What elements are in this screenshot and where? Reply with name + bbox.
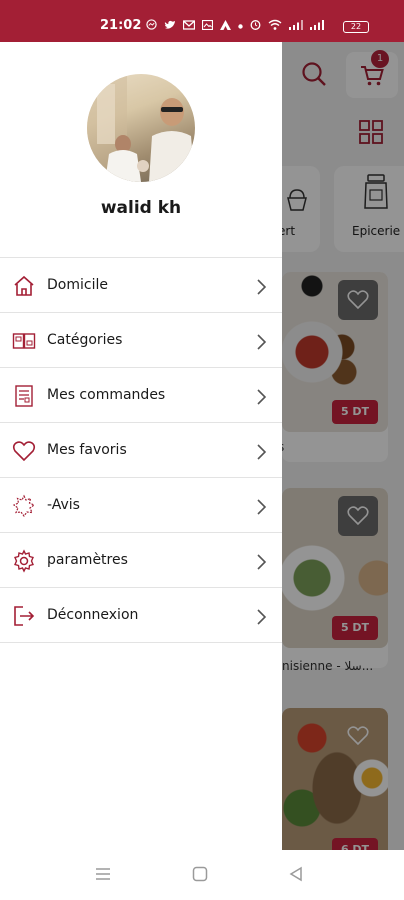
drawer-scrim[interactable] <box>282 42 404 850</box>
menu-item-reviews[interactable]: -Avis <box>0 478 282 533</box>
settings-icon <box>12 549 36 573</box>
battery-indicator: 22 <box>343 21 369 33</box>
menu-item-favorites[interactable]: Mes favoris <box>0 423 282 478</box>
categories-icon <box>12 329 36 353</box>
status-bar: 21:02 22 <box>0 0 404 42</box>
avatar[interactable] <box>87 74 195 182</box>
wifi-icon <box>268 19 282 33</box>
logout-icon <box>12 604 36 628</box>
home-icon <box>12 274 36 298</box>
menu-item-orders[interactable]: Mes commandes <box>0 368 282 423</box>
menu-item-settings[interactable]: paramètres <box>0 533 282 588</box>
system-navigation-bar <box>0 850 404 900</box>
gallery-icon <box>201 19 214 33</box>
chevron-right-icon <box>256 498 268 520</box>
back-button[interactable] <box>288 866 304 886</box>
twitter-icon <box>164 20 176 33</box>
navigation-drawer: walid kh Domicile Catégories Mes command… <box>0 42 282 850</box>
chevron-right-icon <box>256 608 268 630</box>
signal-icon <box>310 19 324 33</box>
chevron-right-icon <box>256 388 268 410</box>
drawer-menu: Domicile Catégories Mes commandes Mes fa… <box>0 257 282 643</box>
user-name: walid kh <box>100 198 182 218</box>
signal-icon <box>289 19 303 33</box>
menu-item-label: paramètres <box>47 552 128 568</box>
chevron-right-icon <box>256 278 268 300</box>
chevron-right-icon <box>256 333 268 355</box>
menu-item-domicile[interactable]: Domicile <box>0 258 282 313</box>
gmail-icon <box>182 19 196 33</box>
messenger-icon <box>146 19 157 33</box>
review-icon <box>12 494 36 518</box>
recent-apps-button[interactable] <box>95 866 111 886</box>
dot-icon <box>238 21 243 32</box>
home-button[interactable] <box>192 866 208 886</box>
menu-item-label: Mes favoris <box>47 442 127 458</box>
orders-icon <box>12 384 36 408</box>
menu-item-label: -Avis <box>47 497 80 513</box>
menu-item-logout[interactable]: Déconnexion <box>0 588 282 643</box>
chevron-right-icon <box>256 443 268 465</box>
status-time: 21:02 <box>100 18 142 33</box>
menu-item-label: Catégories <box>47 332 123 348</box>
status-icons <box>146 19 324 33</box>
heart-icon <box>12 439 36 463</box>
chevron-right-icon <box>256 553 268 575</box>
alarm-icon <box>250 19 261 33</box>
avatar-photo <box>87 74 195 182</box>
menu-item-label: Domicile <box>47 277 108 293</box>
menu-item-label: Déconnexion <box>47 607 139 623</box>
app-icon <box>220 19 231 33</box>
menu-item-categories[interactable]: Catégories <box>0 313 282 368</box>
menu-item-label: Mes commandes <box>47 387 166 403</box>
